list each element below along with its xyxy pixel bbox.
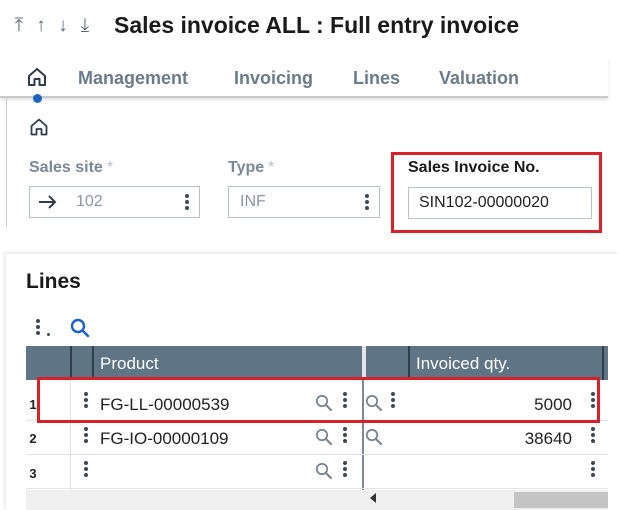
column-divider xyxy=(602,346,604,380)
cell-menu-icon[interactable] xyxy=(591,427,595,445)
column-header-invoiced-qty[interactable]: Invoiced qty. xyxy=(416,354,510,374)
type-menu-icon[interactable] xyxy=(365,194,369,212)
tab-invoicing[interactable]: Invoicing xyxy=(234,68,313,89)
tab-valuation[interactable]: Valuation xyxy=(439,68,519,89)
sales-site-field[interactable]: 102 xyxy=(29,186,200,218)
type-label: Type * xyxy=(228,159,275,176)
row-menu-icon[interactable] xyxy=(84,461,88,479)
required-marker: * xyxy=(268,159,275,176)
invoice-no-label: Sales Invoice No. xyxy=(408,159,540,176)
sales-site-menu-icon[interactable] xyxy=(185,194,189,212)
sales-site-label: Sales site * xyxy=(29,159,114,176)
next-record-icon[interactable]: ↓ xyxy=(54,14,72,38)
type-value: INF xyxy=(240,193,266,210)
search-icon[interactable] xyxy=(70,318,90,338)
invoice-no-field[interactable]: SIN102-00000020 xyxy=(408,187,592,219)
column-divider xyxy=(362,346,366,380)
row-menu-icon[interactable] xyxy=(84,427,88,445)
cell-menu-icon[interactable] xyxy=(343,461,347,479)
grid-header: Product Invoiced qty. xyxy=(26,346,608,380)
horizontal-scrollbar[interactable] xyxy=(26,490,608,510)
arrow-right-icon[interactable] xyxy=(38,195,58,209)
type-field[interactable]: INF xyxy=(228,186,380,218)
home-icon[interactable] xyxy=(29,117,49,137)
lines-actions-menu-icon[interactable] xyxy=(36,319,40,337)
column-divider xyxy=(408,346,410,380)
product-cell[interactable]: FG-IO-00000109 xyxy=(100,429,229,449)
page-header: ⤒ ↑ ↓ ⤓ Sales invoice ALL : Full entry i… xyxy=(0,0,618,52)
previous-record-icon[interactable]: ↑ xyxy=(32,14,50,38)
sales-site-value: 102 xyxy=(76,193,103,210)
column-divider xyxy=(70,346,72,380)
invoice-no-value: SIN102-00000020 xyxy=(419,194,549,211)
row-number: 3 xyxy=(29,466,37,481)
lines-title: Lines xyxy=(26,270,81,293)
menu-indicator xyxy=(47,333,50,336)
tab-management[interactable]: Management xyxy=(78,68,188,89)
scroll-left-icon[interactable] xyxy=(370,493,376,503)
tab-bar: Management Invoicing Lines Valuation xyxy=(0,58,608,103)
record-navigation: ⤒ ↑ ↓ ⤓ xyxy=(10,14,94,38)
page-title: Sales invoice ALL : Full entry invoice xyxy=(114,12,520,38)
row-number: 2 xyxy=(29,431,37,446)
cell-menu-icon[interactable] xyxy=(343,427,347,445)
search-icon[interactable] xyxy=(315,462,333,480)
scrollbar-thumb[interactable] xyxy=(514,492,608,508)
invoiced-qty-cell[interactable]: 38640 xyxy=(452,429,572,449)
highlight-box xyxy=(37,377,600,423)
column-divider xyxy=(92,346,94,380)
tab-lines[interactable]: Lines xyxy=(353,68,400,89)
section-divider xyxy=(6,98,7,228)
first-record-icon[interactable]: ⤒ xyxy=(10,14,28,38)
cell-menu-icon[interactable] xyxy=(591,461,595,479)
search-icon[interactable] xyxy=(365,428,383,446)
home-icon[interactable] xyxy=(26,66,48,88)
search-icon[interactable] xyxy=(315,428,333,446)
required-marker: * xyxy=(106,159,114,176)
active-tab-indicator xyxy=(33,94,42,103)
column-header-product[interactable]: Product xyxy=(100,354,159,374)
last-record-icon[interactable]: ⤓ xyxy=(76,14,94,38)
